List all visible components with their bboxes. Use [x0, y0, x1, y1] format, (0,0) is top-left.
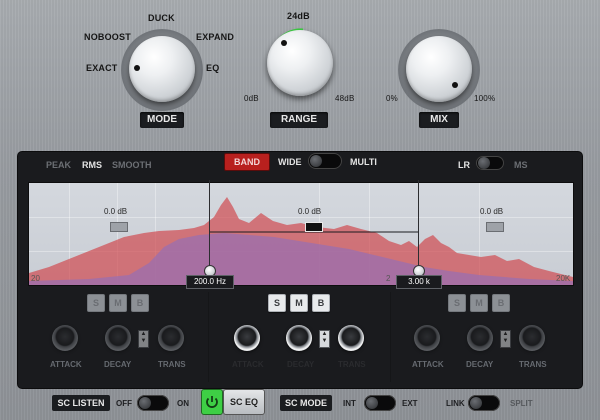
- sc-listen-toggle-thumb: [139, 397, 151, 409]
- stereo-ms-label: MS: [514, 160, 528, 170]
- band-2-decay-label: DECAY: [287, 360, 315, 369]
- crossover-high-line: [418, 180, 419, 274]
- mode-option-expand[interactable]: EXPAND: [196, 32, 234, 42]
- band-1-decay-knob[interactable]: [105, 325, 131, 351]
- mix-knob-indicator: [452, 82, 458, 88]
- mode-option-noboost[interactable]: NOBOOST: [84, 32, 131, 42]
- mode-knob[interactable]: [129, 36, 195, 102]
- band-2-mute-button[interactable]: M: [290, 294, 308, 312]
- wide-label: WIDE: [278, 157, 302, 167]
- mode-knob-indicator: [134, 65, 140, 71]
- band-3-trans-knob[interactable]: [519, 325, 545, 351]
- band-separator-2: [390, 292, 391, 382]
- band-1-gain: 0.0 dB: [104, 207, 128, 216]
- band-3-solo-button[interactable]: S: [448, 294, 466, 312]
- band-1-attack-knob[interactable]: [52, 325, 78, 351]
- band-2-decay-knob[interactable]: [286, 325, 312, 351]
- sc-mode-toggle[interactable]: [364, 395, 396, 411]
- crossover-high-value[interactable]: 3.00 k: [396, 275, 442, 289]
- mode-label: MODE: [140, 112, 184, 128]
- band-2-bypass-button[interactable]: B: [312, 294, 330, 312]
- axis-mid-label: 2: [386, 274, 391, 283]
- mix-min-label: 0%: [386, 94, 398, 103]
- band-button[interactable]: BAND: [224, 153, 270, 171]
- spectrum-display[interactable]: [28, 182, 574, 286]
- band-1-bypass-button[interactable]: B: [131, 294, 149, 312]
- sc-eq-button[interactable]: SC EQ: [223, 389, 265, 415]
- link-split-toggle[interactable]: [468, 395, 500, 411]
- sc-mode-ext-label: EXT: [402, 399, 418, 408]
- band-3-decay-stepper[interactable]: ▲ ▼: [500, 330, 511, 348]
- detect-rms[interactable]: RMS: [82, 160, 102, 170]
- band-1-attack-label: ATTACK: [50, 360, 82, 369]
- sc-mode-toggle-thumb: [366, 397, 378, 409]
- detect-peak[interactable]: PEAK: [46, 160, 71, 170]
- band-3-trans-label: TRANS: [519, 360, 547, 369]
- split-label: SPLIT: [510, 399, 533, 408]
- axis-max-label: 20K: [556, 274, 571, 283]
- band-separator-1: [208, 292, 209, 382]
- range-label: RANGE: [270, 112, 328, 128]
- mode-option-duck[interactable]: DUCK: [148, 13, 175, 23]
- band-3-gain: 0.0 dB: [480, 207, 504, 216]
- wide-multi-toggle-thumb: [310, 155, 322, 167]
- mix-label: MIX: [419, 112, 459, 128]
- band-2-decay-stepper[interactable]: ▲ ▼: [319, 330, 330, 348]
- axis-min-label: 20: [31, 274, 40, 283]
- band-2-attack-knob[interactable]: [234, 325, 260, 351]
- band-3-decay-knob[interactable]: [467, 325, 493, 351]
- sc-eq-button-label: SC EQ: [229, 397, 258, 407]
- range-max-label: 48dB: [335, 94, 355, 103]
- band-1-solo-button[interactable]: S: [87, 294, 105, 312]
- band-3-decay-label: DECAY: [466, 360, 494, 369]
- band-3-gain-handle[interactable]: [486, 222, 504, 232]
- crossover-low-line: [209, 180, 210, 274]
- band-button-label: BAND: [234, 157, 260, 167]
- range-min-label: 0dB: [244, 94, 259, 103]
- lr-ms-toggle-thumb: [478, 157, 490, 169]
- band-2-trans-knob[interactable]: [338, 325, 364, 351]
- band-1-trans-label: TRANS: [158, 360, 186, 369]
- sc-listen-off-label: OFF: [116, 399, 132, 408]
- sc-eq-power-button[interactable]: [201, 389, 223, 415]
- band-2-solo-button[interactable]: S: [268, 294, 286, 312]
- crossover-low-value[interactable]: 200.0 Hz: [186, 275, 234, 289]
- band-2-gain-handle[interactable]: [305, 222, 323, 232]
- detect-smooth[interactable]: SMOOTH: [112, 160, 152, 170]
- band-2-gain: 0.0 dB: [298, 207, 322, 216]
- stereo-lr-label: LR: [458, 160, 470, 170]
- lr-ms-toggle[interactable]: [476, 156, 504, 170]
- band-1-mute-button[interactable]: M: [109, 294, 127, 312]
- multi-label: MULTI: [350, 157, 377, 167]
- band-3-attack-knob[interactable]: [414, 325, 440, 351]
- band-3-mute-button[interactable]: M: [470, 294, 488, 312]
- mix-max-label: 100%: [474, 94, 496, 103]
- sc-listen-label: SC LISTEN: [52, 395, 110, 411]
- band-3-attack-label: ATTACK: [412, 360, 444, 369]
- range-knob[interactable]: [267, 30, 333, 96]
- mode-option-exact[interactable]: EXACT: [86, 63, 118, 73]
- band-2-trans-label: TRANS: [338, 360, 366, 369]
- band-1-trans-knob[interactable]: [158, 325, 184, 351]
- link-label: LINK: [446, 399, 465, 408]
- spectrum-graph: [29, 197, 573, 285]
- range-knob-indicator: [281, 40, 287, 46]
- band-3-bypass-button[interactable]: B: [492, 294, 510, 312]
- mix-knob[interactable]: [406, 36, 472, 102]
- sc-listen-toggle[interactable]: [137, 395, 169, 411]
- sc-mode-int-label: INT: [343, 399, 356, 408]
- sc-mode-label: SC MODE: [280, 395, 332, 411]
- sc-listen-on-label: ON: [177, 399, 189, 408]
- band-1-decay-stepper[interactable]: ▲ ▼: [138, 330, 149, 348]
- band-2-attack-label: ATTACK: [232, 360, 264, 369]
- mode-option-eq[interactable]: EQ: [206, 63, 219, 73]
- band-1-decay-label: DECAY: [104, 360, 132, 369]
- wide-multi-toggle[interactable]: [308, 153, 342, 169]
- link-split-toggle-thumb: [470, 397, 482, 409]
- power-icon: [206, 396, 218, 408]
- band-1-gain-handle[interactable]: [110, 222, 128, 232]
